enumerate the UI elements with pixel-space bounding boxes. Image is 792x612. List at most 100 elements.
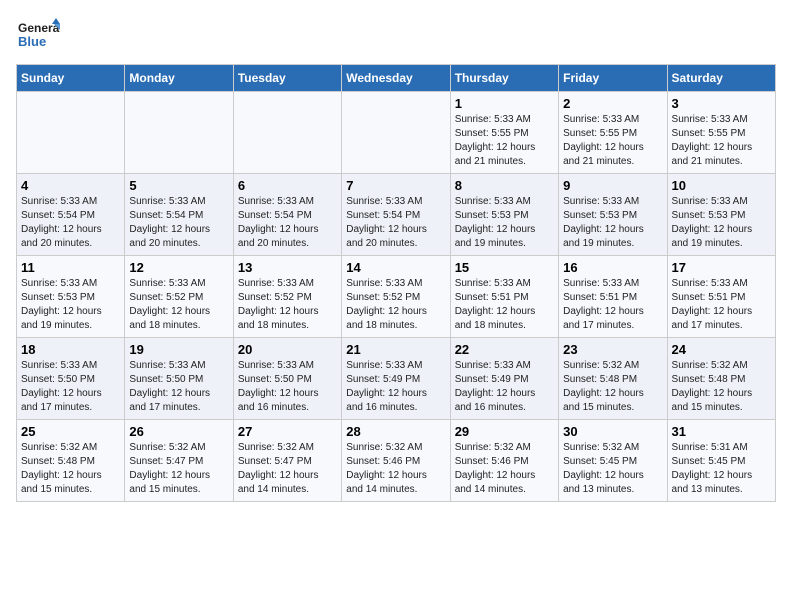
day-number: 30 xyxy=(563,424,662,439)
day-cell: 7 Sunrise: 5:33 AM Sunset: 5:54 PM Daylig… xyxy=(342,174,450,256)
day-number: 10 xyxy=(672,178,771,193)
calendar-body: 1 Sunrise: 5:33 AM Sunset: 5:55 PM Daylig… xyxy=(17,92,776,502)
day-info: Sunrise: 5:33 AM Sunset: 5:51 PM Dayligh… xyxy=(455,277,554,333)
day-cell: 25Sunrise: 5:32 AM Sunset: 5:48 PM Dayli… xyxy=(17,420,125,502)
calendar-table: SundayMondayTuesdayWednesdayThursdayFrid… xyxy=(16,64,776,502)
day-info: Sunrise: 5:33 AM Sunset: 5:52 PM Dayligh… xyxy=(129,277,228,333)
day-info: Sunrise: 5:33 AM Sunset: 5:53 PM Dayligh… xyxy=(563,195,662,251)
day-number: 25 xyxy=(21,424,120,439)
day-info: Sunrise: 5:33 AM Sunset: 5:55 PM Dayligh… xyxy=(455,113,554,169)
day-number: 18 xyxy=(21,342,120,357)
day-number: 11 xyxy=(21,260,120,275)
day-number: 4 xyxy=(21,178,120,193)
day-info: Sunrise: 5:33 AM Sunset: 5:54 PM Dayligh… xyxy=(129,195,228,251)
day-cell xyxy=(342,92,450,174)
day-number: 15 xyxy=(455,260,554,275)
page-header: General Blue xyxy=(16,16,776,52)
day-info: Sunrise: 5:33 AM Sunset: 5:55 PM Dayligh… xyxy=(563,113,662,169)
day-header-wednesday: Wednesday xyxy=(342,65,450,92)
day-number: 19 xyxy=(129,342,228,357)
week-row-1: 1 Sunrise: 5:33 AM Sunset: 5:55 PM Daylig… xyxy=(17,92,776,174)
day-info: Sunrise: 5:33 AM Sunset: 5:51 PM Dayligh… xyxy=(563,277,662,333)
logo: General Blue xyxy=(16,16,64,52)
day-number: 1 xyxy=(455,96,554,111)
day-cell: 2 Sunrise: 5:33 AM Sunset: 5:55 PM Daylig… xyxy=(559,92,667,174)
day-info: Sunrise: 5:33 AM Sunset: 5:50 PM Dayligh… xyxy=(129,359,228,415)
day-number: 5 xyxy=(129,178,228,193)
day-info: Sunrise: 5:33 AM Sunset: 5:50 PM Dayligh… xyxy=(238,359,337,415)
day-info: Sunrise: 5:32 AM Sunset: 5:45 PM Dayligh… xyxy=(563,441,662,497)
svg-text:Blue: Blue xyxy=(18,34,46,49)
day-number: 26 xyxy=(129,424,228,439)
day-cell xyxy=(125,92,233,174)
day-cell: 11 Sunrise: 5:33 AM Sunset: 5:53 PM Dayli… xyxy=(17,256,125,338)
day-number: 24 xyxy=(672,342,771,357)
day-cell: 30 Sunrise: 5:32 AM Sunset: 5:45 PM Dayli… xyxy=(559,420,667,502)
day-cell: 24 Sunrise: 5:32 AM Sunset: 5:48 PM Dayli… xyxy=(667,338,775,420)
day-cell: 26Sunrise: 5:32 AM Sunset: 5:47 PM Dayli… xyxy=(125,420,233,502)
day-cell: 4Sunrise: 5:33 AM Sunset: 5:54 PM Daylig… xyxy=(17,174,125,256)
day-number: 27 xyxy=(238,424,337,439)
day-info: Sunrise: 5:33 AM Sunset: 5:52 PM Dayligh… xyxy=(346,277,445,333)
day-cell: 14 Sunrise: 5:33 AM Sunset: 5:52 PM Dayli… xyxy=(342,256,450,338)
day-number: 22 xyxy=(455,342,554,357)
day-cell: 1 Sunrise: 5:33 AM Sunset: 5:55 PM Daylig… xyxy=(450,92,558,174)
day-cell: 31Sunrise: 5:31 AM Sunset: 5:45 PM Dayli… xyxy=(667,420,775,502)
day-cell: 16 Sunrise: 5:33 AM Sunset: 5:51 PM Dayli… xyxy=(559,256,667,338)
day-info: Sunrise: 5:33 AM Sunset: 5:53 PM Dayligh… xyxy=(21,277,120,333)
day-number: 23 xyxy=(563,342,662,357)
day-info: Sunrise: 5:32 AM Sunset: 5:48 PM Dayligh… xyxy=(672,359,771,415)
day-info: Sunrise: 5:32 AM Sunset: 5:48 PM Dayligh… xyxy=(563,359,662,415)
day-number: 12 xyxy=(129,260,228,275)
day-info: Sunrise: 5:32 AM Sunset: 5:46 PM Dayligh… xyxy=(455,441,554,497)
day-cell: 28Sunrise: 5:32 AM Sunset: 5:46 PM Dayli… xyxy=(342,420,450,502)
logo-icon: General Blue xyxy=(16,16,60,52)
day-number: 20 xyxy=(238,342,337,357)
day-header-tuesday: Tuesday xyxy=(233,65,341,92)
day-number: 7 xyxy=(346,178,445,193)
day-number: 29 xyxy=(455,424,554,439)
day-number: 13 xyxy=(238,260,337,275)
day-info: Sunrise: 5:33 AM Sunset: 5:49 PM Dayligh… xyxy=(346,359,445,415)
day-info: Sunrise: 5:32 AM Sunset: 5:47 PM Dayligh… xyxy=(238,441,337,497)
day-cell xyxy=(17,92,125,174)
day-info: Sunrise: 5:33 AM Sunset: 5:54 PM Dayligh… xyxy=(346,195,445,251)
day-info: Sunrise: 5:33 AM Sunset: 5:53 PM Dayligh… xyxy=(672,195,771,251)
day-number: 14 xyxy=(346,260,445,275)
day-info: Sunrise: 5:33 AM Sunset: 5:54 PM Dayligh… xyxy=(238,195,337,251)
day-info: Sunrise: 5:31 AM Sunset: 5:45 PM Dayligh… xyxy=(672,441,771,497)
day-info: Sunrise: 5:33 AM Sunset: 5:50 PM Dayligh… xyxy=(21,359,120,415)
day-info: Sunrise: 5:33 AM Sunset: 5:51 PM Dayligh… xyxy=(672,277,771,333)
day-cell: 19 Sunrise: 5:33 AM Sunset: 5:50 PM Dayli… xyxy=(125,338,233,420)
week-row-5: 25Sunrise: 5:32 AM Sunset: 5:48 PM Dayli… xyxy=(17,420,776,502)
day-info: Sunrise: 5:33 AM Sunset: 5:55 PM Dayligh… xyxy=(672,113,771,169)
day-header-sunday: Sunday xyxy=(17,65,125,92)
day-cell: 27 Sunrise: 5:32 AM Sunset: 5:47 PM Dayli… xyxy=(233,420,341,502)
day-header-friday: Friday xyxy=(559,65,667,92)
day-number: 8 xyxy=(455,178,554,193)
day-info: Sunrise: 5:33 AM Sunset: 5:52 PM Dayligh… xyxy=(238,277,337,333)
day-info: Sunrise: 5:33 AM Sunset: 5:49 PM Dayligh… xyxy=(455,359,554,415)
day-cell: 10 Sunrise: 5:33 AM Sunset: 5:53 PM Dayli… xyxy=(667,174,775,256)
day-cell: 9 Sunrise: 5:33 AM Sunset: 5:53 PM Daylig… xyxy=(559,174,667,256)
week-row-3: 11 Sunrise: 5:33 AM Sunset: 5:53 PM Dayli… xyxy=(17,256,776,338)
day-cell: 15 Sunrise: 5:33 AM Sunset: 5:51 PM Dayli… xyxy=(450,256,558,338)
calendar-header: SundayMondayTuesdayWednesdayThursdayFrid… xyxy=(17,65,776,92)
day-number: 9 xyxy=(563,178,662,193)
day-cell: 20 Sunrise: 5:33 AM Sunset: 5:50 PM Dayli… xyxy=(233,338,341,420)
day-number: 2 xyxy=(563,96,662,111)
week-row-2: 4 Sunrise: 5:33 AM Sunset: 5:54 PM Daylig… xyxy=(17,174,776,256)
days-header-row: SundayMondayTuesdayWednesdayThursdayFrid… xyxy=(17,65,776,92)
day-cell: 13 Sunrise: 5:33 AM Sunset: 5:52 PM Dayli… xyxy=(233,256,341,338)
day-number: 6 xyxy=(238,178,337,193)
day-header-saturday: Saturday xyxy=(667,65,775,92)
day-cell: 12 Sunrise: 5:33 AM Sunset: 5:52 PM Dayli… xyxy=(125,256,233,338)
day-cell: 23 Sunrise: 5:32 AM Sunset: 5:48 PM Dayli… xyxy=(559,338,667,420)
day-header-thursday: Thursday xyxy=(450,65,558,92)
day-cell xyxy=(233,92,341,174)
day-cell: 22 Sunrise: 5:33 AM Sunset: 5:49 PM Dayli… xyxy=(450,338,558,420)
day-cell: 17Sunrise: 5:33 AM Sunset: 5:51 PM Dayli… xyxy=(667,256,775,338)
day-header-monday: Monday xyxy=(125,65,233,92)
day-cell: 21Sunrise: 5:33 AM Sunset: 5:49 PM Dayli… xyxy=(342,338,450,420)
day-number: 16 xyxy=(563,260,662,275)
